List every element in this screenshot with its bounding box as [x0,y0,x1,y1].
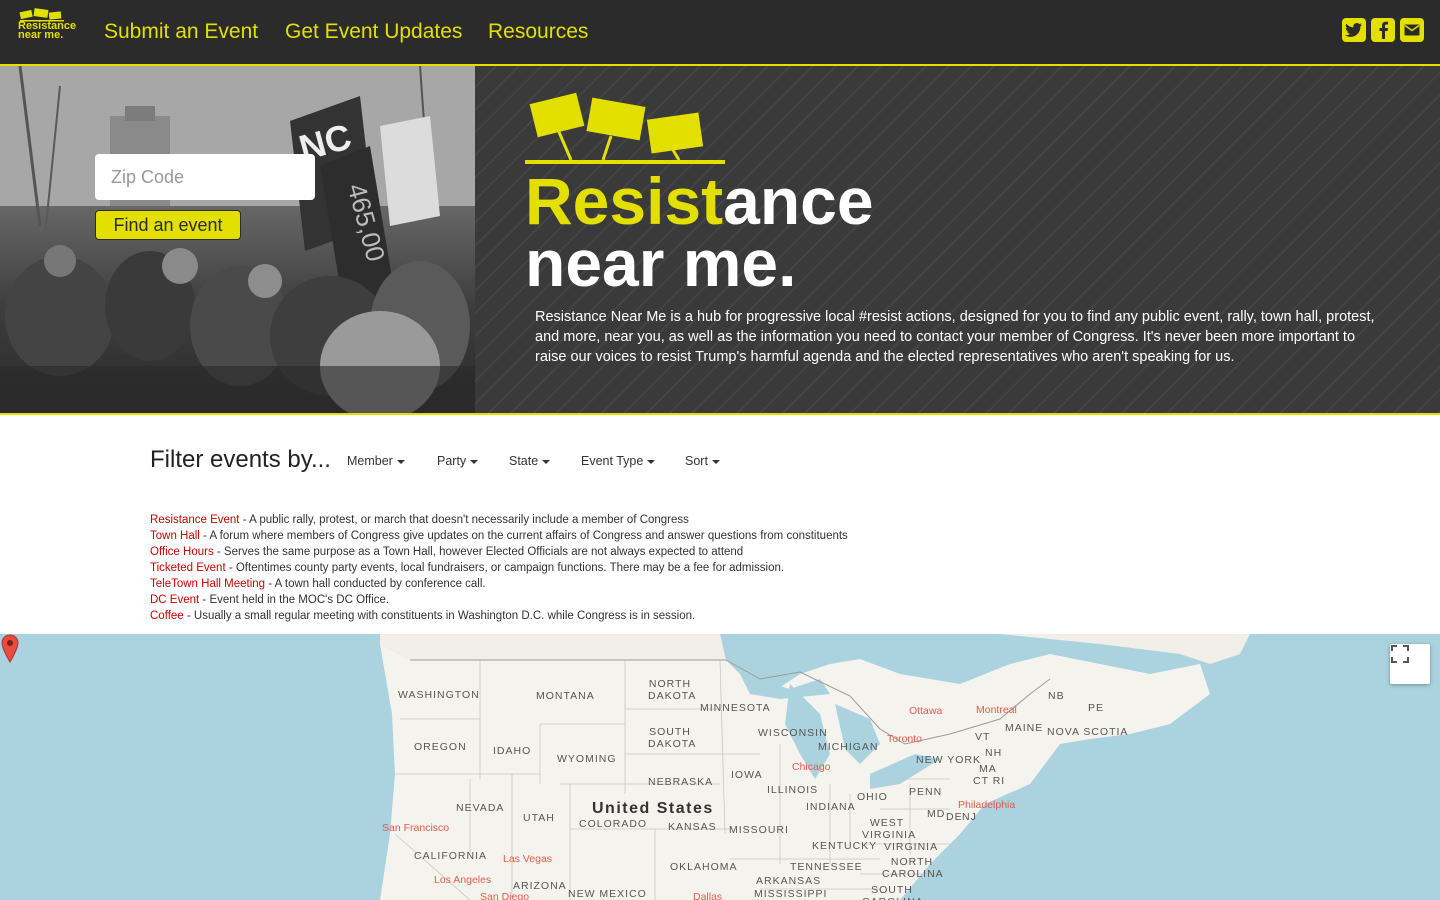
map-label-state: INDIANA [806,801,856,813]
map-label-state: KENTUCKY [812,840,878,852]
map-label-state: VIRGINIA [884,841,939,853]
map-label-state: ILLINOIS [767,784,819,796]
map-label-state: WASHINGTON [398,689,480,701]
map-label-state: MISSISSIPPI [754,888,828,900]
map-label-state: SOUTH DAKOTA [648,726,697,750]
map-label-city: Las Vegas [503,853,553,865]
map-label-state: NEW MEXICO [568,888,647,900]
map-label-state: ARKANSAS [756,875,822,887]
map-label-state: OHIO [857,791,888,803]
map-label-state: CT RI [973,775,1006,787]
map-label-state: IOWA [731,769,763,781]
map-label-state: MONTANA [536,690,595,702]
facebook-icon[interactable] [1371,18,1395,42]
map-label-city: Philadelphia [958,799,1016,811]
navbar: Resistance near me. Submit an Event Get … [0,0,1440,66]
nav-event-updates[interactable]: Get Event Updates [285,17,462,47]
event-type-legend: Resistance Event - A public rally, prote… [150,512,1050,624]
filter-event-type-dropdown[interactable]: Event Type [581,453,656,469]
map-label-state: NEW YORK [916,754,981,766]
legend-item: Town Hall - A forum where members of Con… [150,530,848,542]
map-label-state: WYOMING [557,753,617,765]
map-label-city: Montreal [976,704,1017,716]
legend-item: Office Hours - Serves the same purpose a… [150,546,744,558]
map-label-state: VT [975,731,991,743]
map-label-state: MICHIGAN [818,741,879,753]
map-label-state: NB [1048,690,1065,702]
map-label-state: OREGON [414,741,467,753]
caret-down-icon [542,459,551,464]
map-label-state: OKLAHOMA [670,861,738,873]
map-label-city: Chicago [792,761,831,773]
zip-code-input[interactable] [95,154,315,200]
envelope-icon[interactable] [1400,18,1424,42]
hero-info-panel: Resistance near me. Resistance Near Me i… [475,66,1440,413]
map-label-city: Toronto [887,733,923,745]
map-label-state: NH [985,747,1003,759]
map-label-state: NJ [962,811,977,823]
nav-submit-event[interactable]: Submit an Event [104,17,258,47]
filter-title: Filter events by... [150,446,331,473]
twitter-icon[interactable] [1342,18,1366,42]
map-label-city: San Diego [480,891,530,900]
hero-logo-line2: near me. [525,226,797,300]
map-label-state: MINNESOTA [700,702,771,714]
brand-logo[interactable]: Resistance near me. [16,8,76,42]
map-label-city: Los Angeles [434,874,492,886]
filter-member-dropdown[interactable]: Member [347,453,405,469]
hero-protest-photo: NC 465,00 Find an event [0,66,475,413]
map-label-country: United States [592,800,714,817]
map-label-city: Ottawa [909,705,943,717]
map-label-state: COLORADO [579,818,648,830]
hero-logo: Resistance near me. [525,88,905,298]
map-label-state: IDAHO [493,745,532,757]
map-label-state: PENN [909,786,943,798]
map-label-state: NORTH DAKOTA [648,678,697,702]
hero-section: NC 465,00 Find an event [0,66,1440,415]
map-label-state: MAINE [1005,722,1044,734]
map-label-state: MA [979,763,997,775]
map-label-state: TENNESSEE [790,861,863,873]
legend-item: DC Event - Event held in the MOC's DC Of… [150,594,390,606]
map-label-state: SOUTH CAROLINA [862,884,923,900]
map-label-state: NEVADA [456,802,505,814]
map-label-state: UTAH [523,812,555,824]
map-label-city: Dallas [693,891,723,900]
map-label-state: WEST VIRGINIA [862,817,917,841]
legend-item: Ticketed Event - Oftentimes county party… [150,562,785,574]
filter-sort-dropdown[interactable]: Sort [685,453,720,469]
map-label-state: PE [1088,702,1105,714]
caret-down-icon [711,459,720,464]
caret-down-icon [647,459,656,464]
map-label-city: San Francisco [382,822,450,834]
filter-state-dropdown[interactable]: State [509,453,551,469]
map-label-state: WISCONSIN [758,727,828,739]
legend-item: Coffee - Usually a small regular meeting… [150,610,696,622]
map-label-state: NOVA SCOTIA [1047,726,1129,738]
find-event-button[interactable]: Find an event [95,210,241,240]
fullscreen-button[interactable] [1390,644,1430,684]
event-marker-icon[interactable] [0,634,20,664]
map-label-state: MD [927,808,946,820]
brand-line2: near me. [18,29,64,41]
caret-down-icon [396,459,405,464]
legend-item: TeleTown Hall Meeting - A town hall cond… [150,578,486,590]
map-label-state: KANSAS [668,821,717,833]
map-label-state: CALIFORNIA [414,850,488,862]
protest-signs-icon [525,92,725,164]
map-label-state: NORTH CAROLINA [882,856,944,880]
caret-down-icon [470,459,479,464]
map-label-state: MISSOURI [729,824,789,836]
map-label-state: DE [946,811,963,823]
hero-description: Resistance Near Me is a hub for progress… [535,309,1375,365]
fullscreen-icon [1391,645,1409,663]
filter-party-dropdown[interactable]: Party [437,453,479,469]
map-label-state: NEBRASKA [648,776,714,788]
nav-resources[interactable]: Resources [488,17,588,47]
events-map[interactable]: United States WASHINGTON MONTANA NORTH D… [0,634,1440,900]
legend-item: Resistance Event - A public rally, prote… [150,514,689,526]
